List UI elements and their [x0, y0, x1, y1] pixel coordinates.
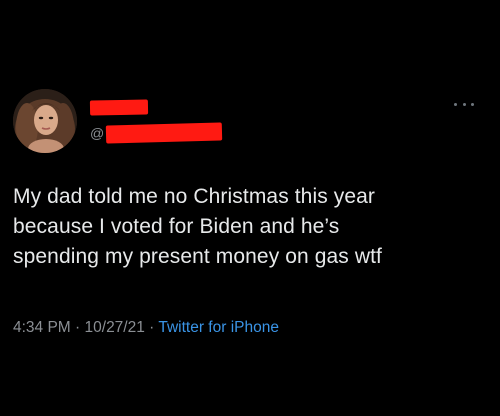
tweet-time[interactable]: 4:34 PM: [13, 319, 71, 336]
more-horizontal-icon[interactable]: [454, 100, 474, 108]
tweet-text-line: spending my present money on gas wtf: [13, 245, 382, 268]
tweet-source-link[interactable]: Twitter for iPhone: [158, 319, 279, 336]
tweet-text: My dad told me no Christmas this year be…: [13, 182, 488, 272]
tweet-date[interactable]: 10/27/21: [85, 319, 145, 336]
display-name-redaction: [89, 99, 149, 116]
tweet-text-line: My dad told me no Christmas this year: [13, 185, 376, 208]
avatar[interactable]: [13, 89, 77, 153]
meta-separator: ·: [70, 319, 85, 336]
tweet-card: @ My dad told me no Christmas this year …: [0, 0, 500, 416]
more-dot: [462, 102, 466, 106]
handle-row: @: [90, 122, 223, 144]
avatar-image: [13, 89, 77, 153]
meta-separator: ·: [144, 319, 159, 336]
handle-redaction: [106, 122, 223, 144]
tweet-meta: 4:34 PM · 10/27/21 · Twitter for iPhone: [13, 317, 279, 339]
tweet-text-line: because I voted for Biden and he’s: [13, 215, 340, 238]
more-dot: [454, 102, 457, 106]
more-dot: [471, 102, 474, 106]
handle-prefix: @: [90, 125, 105, 141]
